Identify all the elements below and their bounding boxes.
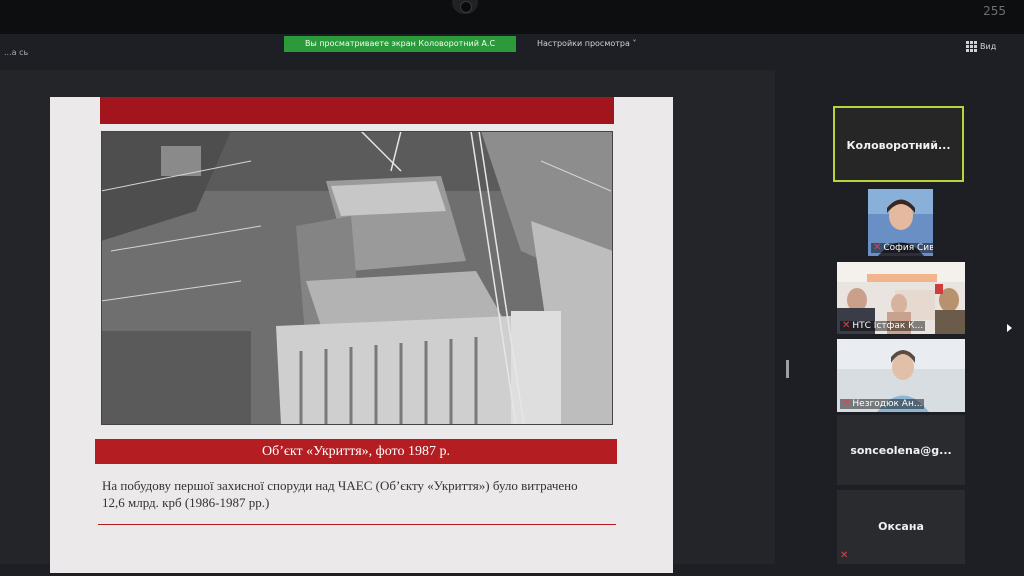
panel-resize-handle[interactable]	[786, 360, 789, 378]
participant-label: ✕	[840, 551, 848, 561]
presentation-slide: Об’єкт «Укриття», фото 1987 р. На побудо…	[50, 97, 673, 573]
view-button[interactable]: Вид	[966, 41, 996, 52]
monitor-bezel: 255	[0, 0, 1024, 34]
sarcophagus-photo	[101, 131, 613, 425]
photo-caption: Об’єкт «Укриття», фото 1987 р.	[95, 439, 617, 464]
participant-tile-6[interactable]: Оксана ✕	[837, 490, 965, 564]
participant-name: НТС Істфак К...	[852, 321, 924, 331]
view-settings-label: Настройки просмотра	[537, 39, 630, 48]
slide-divider	[98, 524, 616, 525]
view-button-label: Вид	[980, 42, 997, 51]
mouse-cursor-icon	[1007, 324, 1012, 332]
mic-muted-icon: ✕	[840, 550, 849, 561]
participant-name: sonceolena@g...	[850, 444, 952, 457]
participant-name: София Сиве...	[883, 243, 933, 253]
participant-name: Коловоротний...	[846, 139, 951, 152]
slide-photo	[101, 131, 613, 425]
participant-label: ✕ Незгодюк Ан...	[840, 398, 925, 409]
participant-label: ✕ София Сиве...	[871, 243, 933, 253]
top-left-label: ...а сь	[4, 48, 29, 57]
participant-name: Незгодюк Ан...	[852, 399, 923, 409]
participant-tile-4[interactable]: ✕ Незгодюк Ан...	[837, 339, 965, 412]
view-settings-button[interactable]: Настройки просмотра ˅	[537, 37, 636, 51]
webcam	[452, 0, 478, 14]
bezel-number: 255	[983, 4, 1006, 18]
participant-tile-5[interactable]: sonceolena@g...	[837, 415, 965, 485]
participant-tile-1[interactable]: Коловоротний...	[833, 106, 964, 182]
chevron-down-icon: ˅	[632, 39, 637, 48]
participant-label: ✕ НТС Істфак К...	[840, 320, 926, 331]
mic-muted-icon: ✕	[873, 242, 882, 253]
screen-share-banner: Вы просматриваете экран Коловоротний А.С	[284, 36, 516, 52]
participant-tile-2[interactable]: ✕ София Сиве...	[868, 189, 933, 256]
mic-muted-icon: ✕	[842, 320, 851, 331]
slide-title-bar	[100, 97, 614, 124]
zoom-window: ...а сь Вы просматриваете экран Коловоро…	[0, 34, 1024, 576]
participant-tile-3[interactable]: ✕ НТС Істфак К...	[837, 262, 965, 334]
grid-view-icon	[966, 41, 977, 52]
participant-name: Оксана	[878, 520, 924, 533]
slide-body-text: На побудову першої захисної споруди над …	[102, 478, 578, 510]
mic-muted-icon: ✕	[842, 398, 851, 409]
